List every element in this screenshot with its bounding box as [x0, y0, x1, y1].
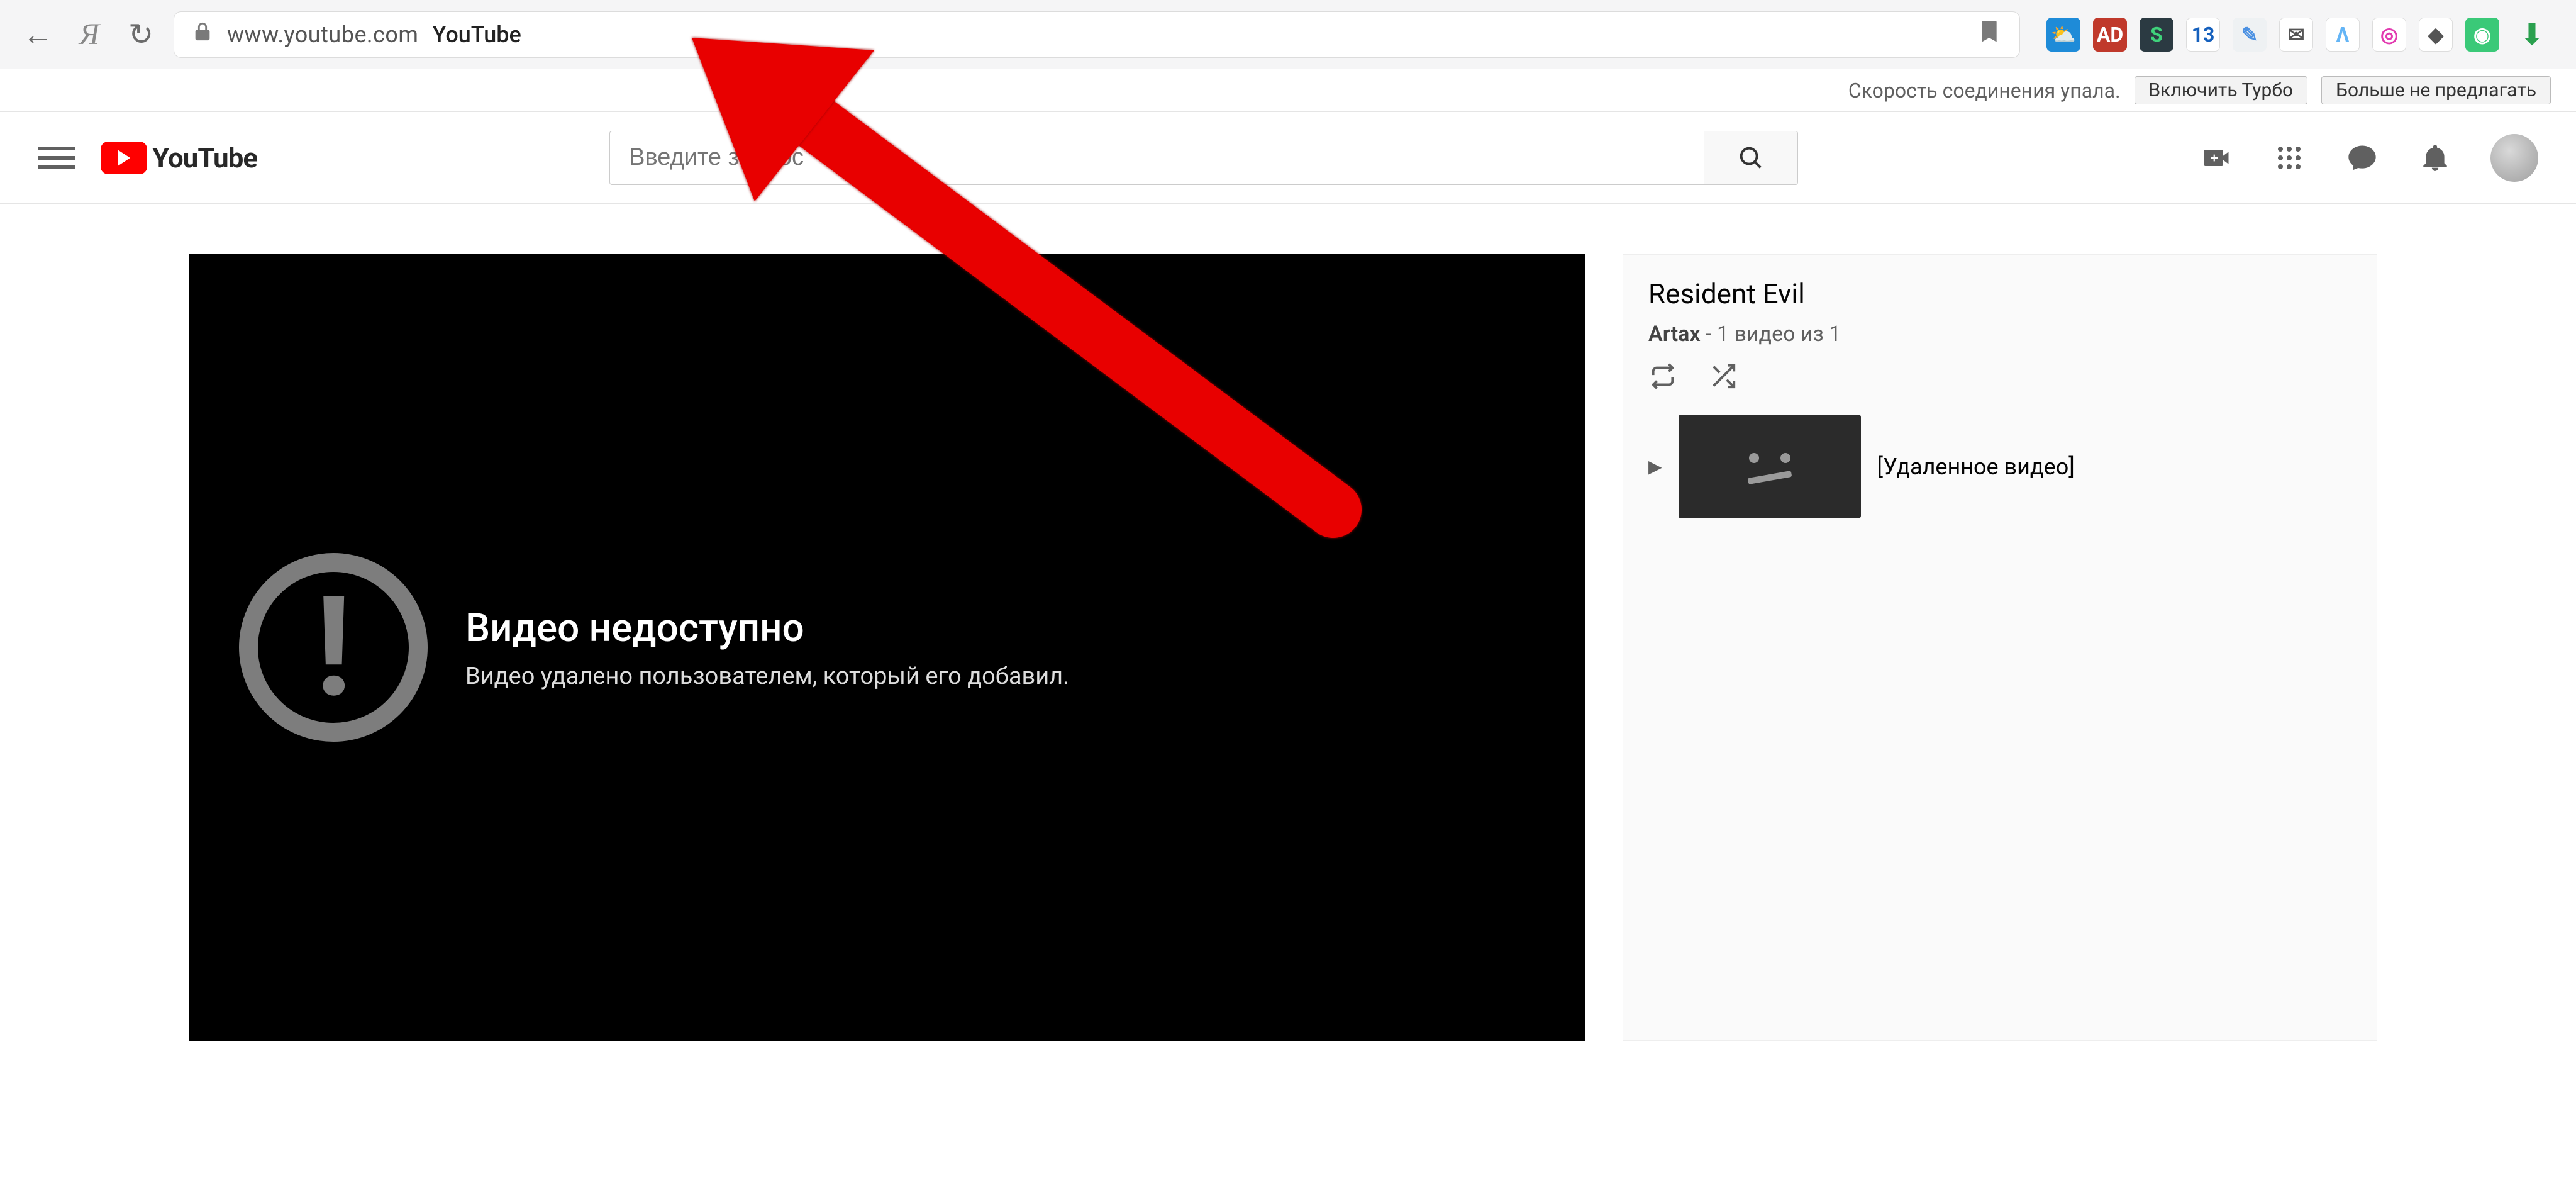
menu-button[interactable]: [38, 141, 75, 175]
playlist-title: Resident Evil: [1648, 277, 2351, 310]
extension-icon-5[interactable]: ✉: [2279, 18, 2313, 52]
address-bar[interactable]: www.youtube.com YouTube: [174, 11, 2020, 58]
page-url: www.youtube.com: [227, 21, 418, 48]
loop-icon[interactable]: [1648, 362, 1677, 396]
turbo-enable-button[interactable]: Включить Турбо: [2135, 76, 2308, 104]
player-error: ! Видео недоступно Видео удалено пользов…: [239, 553, 1069, 742]
yandex-button[interactable]: Я: [70, 20, 108, 50]
playlist-item[interactable]: ▶ [Удаленное видео]: [1648, 415, 2351, 518]
extension-icon-3[interactable]: 13: [2186, 18, 2220, 52]
extensions-row: ⛅ AD S 13 ✎ ✉ Λ ◎ ◆ ◉: [2046, 18, 2499, 52]
youtube-logo[interactable]: YouTube: [101, 142, 257, 174]
search-form: [609, 131, 1798, 185]
extension-icon-7[interactable]: ◎: [2372, 18, 2406, 52]
create-video-icon[interactable]: [2199, 140, 2234, 176]
error-title: Видео недоступно: [465, 605, 1069, 651]
bookmark-icon[interactable]: [1977, 19, 2002, 50]
now-playing-icon: ▶: [1648, 456, 1662, 477]
extension-icon-0[interactable]: ⛅: [2046, 18, 2080, 52]
youtube-masthead: YouTube: [0, 112, 2576, 204]
download-indicator-icon[interactable]: ⬇: [2513, 20, 2551, 50]
search-button[interactable]: [1704, 131, 1798, 185]
browser-toolbar: ← Я ↻ www.youtube.com YouTube ⛅ AD S 13 ✎ ✉ Λ ◎…: [0, 0, 2576, 69]
shuffle-icon[interactable]: [1709, 362, 1738, 396]
playlist-owner[interactable]: Artax: [1648, 321, 1701, 347]
error-subtitle: Видео удалено пользователем, который его…: [465, 662, 1069, 690]
turbo-dismiss-button[interactable]: Больше не предлагать: [2321, 76, 2551, 104]
page-body: ! Видео недоступно Видео удалено пользов…: [0, 204, 2576, 1041]
turbo-notification: Скорость соединения упала. Включить Турб…: [0, 69, 2576, 112]
extension-icon-6[interactable]: Λ: [2326, 18, 2360, 52]
video-player[interactable]: ! Видео недоступно Видео удалено пользов…: [189, 254, 1585, 1041]
playlist-item-label: [Удаленное видео]: [1877, 454, 2075, 480]
apps-icon[interactable]: [2272, 140, 2307, 176]
deleted-video-icon: [1748, 453, 1792, 481]
messages-icon[interactable]: [2345, 140, 2380, 176]
youtube-wordmark: YouTube: [152, 142, 257, 174]
extension-icon-1[interactable]: AD: [2093, 18, 2127, 52]
turbo-message: Скорость соединения упала.: [1848, 79, 2121, 103]
notifications-icon[interactable]: [2418, 140, 2453, 176]
search-input[interactable]: [609, 131, 1704, 185]
back-button[interactable]: ←: [19, 20, 57, 50]
youtube-play-icon: [101, 142, 147, 174]
playlist-thumbnail: [1679, 415, 1861, 518]
lock-icon: [192, 21, 213, 48]
extension-icon-4[interactable]: ✎: [2233, 18, 2267, 52]
extension-icon-9[interactable]: ◉: [2465, 18, 2499, 52]
playlist-panel: Resident Evil Artax - 1 видео из 1 ▶ [Уд…: [1623, 254, 2377, 1041]
playlist-count: 1 видео из 1: [1717, 321, 1841, 347]
playlist-subtitle: Artax - 1 видео из 1: [1648, 321, 2351, 347]
account-avatar[interactable]: [2490, 134, 2538, 182]
page-title: YouTube: [432, 21, 521, 48]
reload-button[interactable]: ↻: [122, 20, 160, 50]
masthead-actions: [2199, 134, 2538, 182]
error-icon: !: [239, 553, 428, 742]
extension-icon-2[interactable]: S: [2140, 18, 2174, 52]
extension-icon-8[interactable]: ◆: [2419, 18, 2453, 52]
